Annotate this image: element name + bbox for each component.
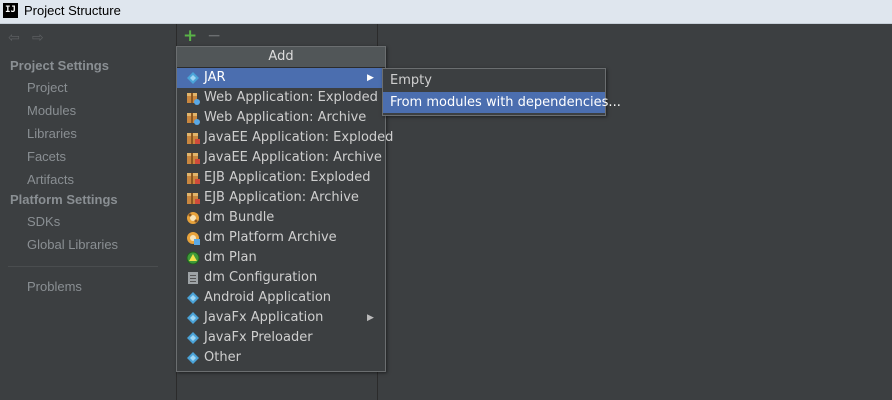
menu-item-label: dm Plan [204,250,257,265]
menu-item-label: JavaEE Application: Exploded [204,130,394,145]
jar-diamond-icon [187,72,199,84]
menu-item-label: EJB Application: Archive [204,190,359,205]
menu-item-javaee-archive[interactable]: JavaEE Application: Archive [177,148,385,168]
menu-item-label: Other [204,350,241,365]
diamond-icon [187,292,199,304]
menu-item-jar[interactable]: JAR ▶ [177,68,385,88]
intellij-logo-icon: IJ [3,3,18,18]
diamond-icon [187,352,199,364]
menu-item-android-application[interactable]: Android Application [177,288,385,308]
menu-item-label: JAR [204,70,226,85]
diamond-icon [187,332,199,344]
submenu-arrow-icon: ▶ [367,313,374,323]
sidebar-item-sdks[interactable]: SDKs [27,214,60,229]
menu-item-dm-platform-archive[interactable]: dm Platform Archive [177,228,385,248]
sidebar-item-problems[interactable]: Problems [27,279,82,294]
javaee-icon [187,153,200,164]
menu-item-javafx-preloader[interactable]: JavaFx Preloader [177,328,385,348]
ejb-icon [187,193,200,204]
bundle-icon [187,232,200,245]
sidebar-item-libraries[interactable]: Libraries [27,126,77,141]
sidebar-item-modules[interactable]: Modules [27,103,76,118]
menu-item-javafx-application[interactable]: JavaFx Application ▶ [177,308,385,328]
sidebar-item-project[interactable]: Project [27,80,67,95]
menu-item-label: EJB Application: Exploded [204,170,371,185]
add-artifact-menu: Add JAR ▶ Web Application: Exploded Web … [176,46,393,372]
menu-header: Add [177,47,385,68]
title-bar: IJ Project Structure [0,0,892,24]
sidebar-divider [8,266,158,267]
menu-item-label: JavaEE Application: Archive [204,150,382,165]
menu-item-label: Web Application: Exploded [204,90,378,105]
plan-icon [186,251,200,265]
submenu-arrow-icon: ▶ [367,73,374,83]
menu-item-ejb-exploded[interactable]: EJB Application: Exploded [177,168,385,188]
section-platform-settings: Platform Settings [10,192,118,207]
submenu-item-from-modules[interactable]: From modules with dependencies... [383,92,621,113]
window-title: Project Structure [24,3,121,18]
menu-item-javaee-exploded[interactable]: JavaEE Application: Exploded [177,128,393,148]
web-app-icon [187,93,200,105]
bundle-icon [187,212,199,224]
section-project-settings: Project Settings [10,58,109,73]
back-arrow-icon[interactable]: ⇦ [8,30,20,46]
remove-icon[interactable]: − [207,26,221,46]
menu-item-label: JavaFx Preloader [204,330,313,345]
ejb-icon [187,173,200,184]
menu-item-other[interactable]: Other [177,348,385,368]
add-icon[interactable]: + [183,26,197,46]
menu-item-label: dm Configuration [204,270,318,285]
menu-item-label: dm Bundle [204,210,275,225]
forward-arrow-icon[interactable]: ⇨ [32,30,44,46]
menu-item-ejb-archive[interactable]: EJB Application: Archive [177,188,385,208]
menu-item-dm-configuration[interactable]: dm Configuration [177,268,385,288]
menu-item-label: Android Application [204,290,332,305]
submenu-item-label: From modules with dependencies... [390,95,621,110]
submenu-item-label: Empty [390,73,432,88]
sidebar-item-facets[interactable]: Facets [27,149,66,164]
submenu-item-empty[interactable]: Empty [383,70,605,91]
menu-item-label: Web Application: Archive [204,110,367,125]
menu-item-label: JavaFx Application [204,310,324,325]
menu-item-web-app-archive[interactable]: Web Application: Archive [177,108,385,128]
sidebar-item-global-libraries[interactable]: Global Libraries [27,237,118,252]
jar-submenu: Empty From modules with dependencies... [382,68,621,116]
menu-item-web-app-exploded[interactable]: Web Application: Exploded [177,88,385,108]
config-icon [188,272,198,284]
diamond-icon [187,312,199,324]
settings-sidebar: ⇦ ⇨ Project Settings Project Modules Lib… [0,24,177,400]
menu-item-dm-bundle[interactable]: dm Bundle [177,208,385,228]
menu-item-dm-plan[interactable]: dm Plan [177,248,385,268]
javaee-icon [187,133,200,144]
sidebar-item-artifacts[interactable]: Artifacts [27,172,74,187]
menu-item-label: dm Platform Archive [204,230,337,245]
web-app-icon [187,113,200,125]
